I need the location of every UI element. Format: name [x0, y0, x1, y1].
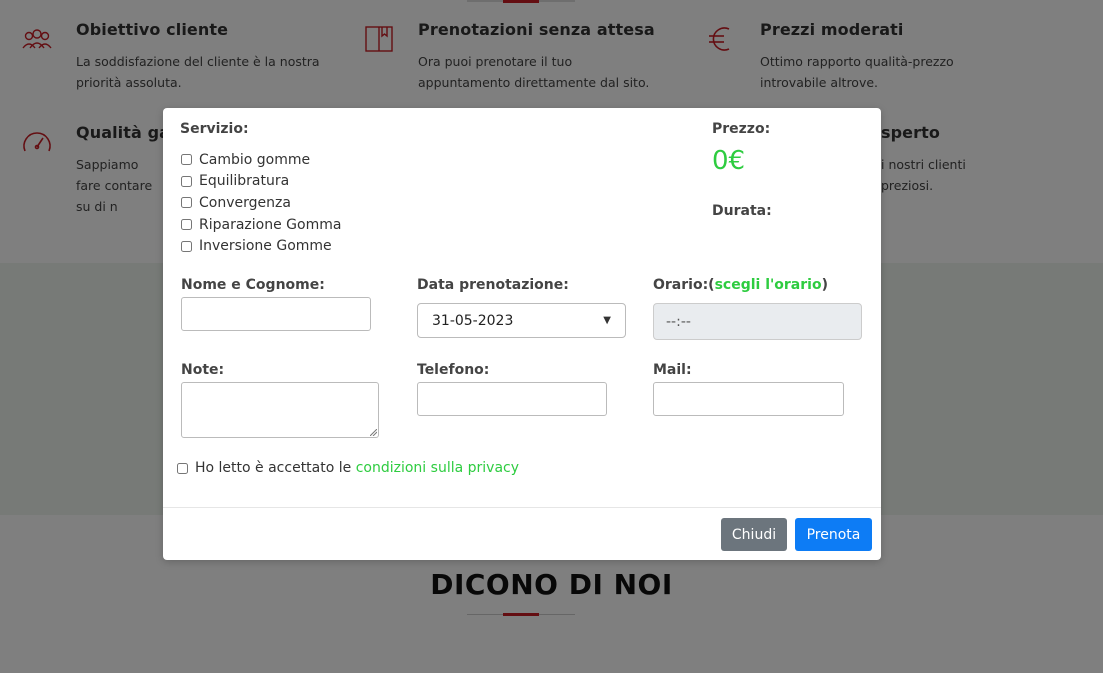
- service-option-label: Cambio gomme: [199, 151, 311, 168]
- service-option[interactable]: Cambio gomme: [181, 149, 341, 171]
- mail-label: Mail:: [653, 362, 692, 378]
- duration-label: Durata:: [712, 203, 772, 219]
- phone-label: Telefono:: [417, 362, 490, 378]
- service-option[interactable]: Riparazione Gomma: [181, 214, 341, 236]
- time-placeholder: --:--: [666, 313, 691, 330]
- privacy-text: Ho letto è accettato le: [195, 460, 352, 476]
- name-label: Nome e Cognome:: [181, 277, 325, 293]
- price-label: Prezzo:: [712, 121, 771, 137]
- book-button[interactable]: Prenota: [795, 518, 872, 551]
- date-label: Data prenotazione:: [417, 277, 569, 293]
- price-value: 0€: [712, 146, 746, 176]
- service-label: Servizio:: [180, 121, 249, 137]
- privacy-checkbox[interactable]: [177, 462, 188, 474]
- service-option[interactable]: Inversione Gomme: [181, 235, 341, 257]
- booking-modal: Servizio: Cambio gomme Equilibratura Con…: [163, 108, 881, 560]
- choose-time-link[interactable]: scegli l'orario: [715, 277, 822, 293]
- privacy-link[interactable]: condizioni sulla privacy: [356, 460, 519, 476]
- mail-input[interactable]: [653, 382, 844, 416]
- service-option[interactable]: Equilibratura: [181, 171, 341, 193]
- service-option-label: Convergenza: [199, 194, 291, 211]
- notes-textarea[interactable]: [181, 382, 379, 438]
- time-label: Orario:(scegli l'orario): [653, 277, 828, 293]
- service-option-label: Inversione Gomme: [199, 238, 332, 255]
- chevron-down-icon: ▼: [603, 315, 611, 326]
- modal-body: Servizio: Cambio gomme Equilibratura Con…: [163, 108, 881, 507]
- service-checkbox[interactable]: [181, 197, 192, 209]
- resize-handle-icon[interactable]: [370, 429, 377, 436]
- time-input[interactable]: --:--: [653, 303, 862, 340]
- date-select[interactable]: 31-05-2023 ▼: [417, 303, 626, 338]
- service-checkbox[interactable]: [181, 240, 192, 252]
- time-label-prefix: Orario:(: [653, 277, 715, 293]
- time-label-suffix: ): [821, 277, 828, 293]
- service-checkbox[interactable]: [181, 154, 192, 166]
- service-list: Cambio gomme Equilibratura Convergenza R…: [181, 149, 341, 257]
- service-option[interactable]: Convergenza: [181, 192, 341, 214]
- name-input[interactable]: [181, 297, 371, 331]
- service-option-label: Equilibratura: [199, 173, 290, 190]
- service-option-label: Riparazione Gomma: [199, 216, 342, 233]
- date-select-value: 31-05-2023: [432, 312, 514, 329]
- notes-label: Note:: [181, 362, 225, 378]
- service-checkbox[interactable]: [181, 175, 192, 187]
- phone-input[interactable]: [417, 382, 607, 416]
- modal-footer: Chiudi Prenota: [163, 507, 881, 560]
- close-button[interactable]: Chiudi: [721, 518, 787, 551]
- service-checkbox[interactable]: [181, 219, 192, 231]
- privacy-consent[interactable]: Ho letto è accettato le condizioni sulla…: [177, 460, 519, 476]
